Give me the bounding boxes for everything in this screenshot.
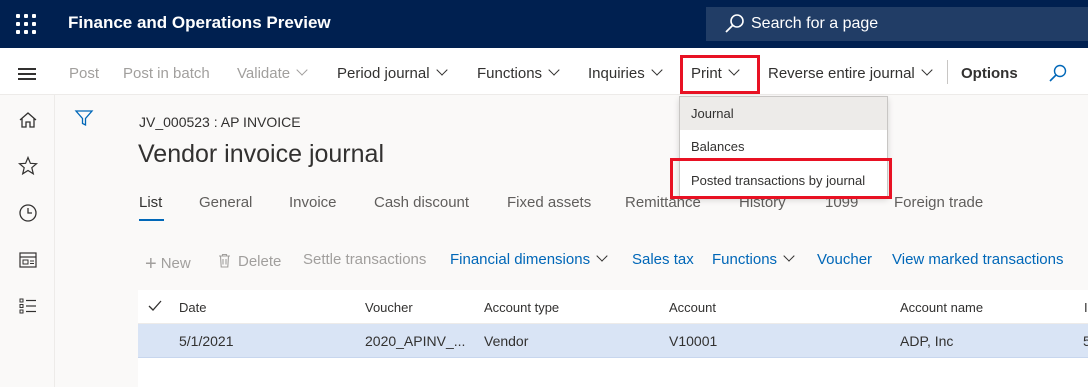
post-button[interactable]: Post [69,65,99,82]
settle-transactions-button[interactable]: Settle transactions [303,251,426,268]
period-journal-label: Period journal [337,65,430,82]
search-icon [725,14,744,33]
functions-menu[interactable]: Functions [477,64,560,82]
chevron-down-icon [548,64,560,76]
column-header-date[interactable]: Date [179,300,206,315]
cell-account-name[interactable]: ADP, Inc [900,333,953,349]
tab-fixed-assets[interactable]: Fixed assets [507,194,591,211]
breadcrumb: JV_000523 : AP INVOICE [139,114,301,130]
validate-label: Validate [237,65,291,82]
column-header-account[interactable]: Account [669,300,716,315]
chevron-down-icon [296,64,308,76]
left-nav [0,95,55,387]
new-button[interactable]: + New [145,251,191,275]
inquiries-menu[interactable]: Inquiries [588,64,663,82]
top-bar: Finance and Operations Preview Search fo… [0,0,1088,48]
options-tab[interactable]: Options [961,65,1018,82]
filter-icon[interactable] [74,108,94,128]
plus-icon: + [145,253,157,275]
functions-label: Functions [477,65,543,82]
chevron-down-icon [435,64,448,76]
column-header-clipped: I [1084,300,1088,315]
cell-voucher[interactable]: 2020_APINV_... [365,333,465,349]
search-icon[interactable] [1048,64,1068,84]
reverse-entire-journal-label: Reverse entire journal [768,65,915,82]
chevron-down-icon [596,250,608,262]
cell-account[interactable]: V10001 [669,333,717,349]
tab-foreign-trade[interactable]: Foreign trade [894,194,983,211]
tab-list[interactable]: List [139,194,162,211]
page-title: Vendor invoice journal [138,140,384,168]
tab-invoice[interactable]: Invoice [289,194,337,211]
delete-button[interactable]: Delete [218,251,281,270]
validate-menu[interactable]: Validate [237,64,308,82]
trash-icon [219,253,230,268]
tab-cash-discount[interactable]: Cash discount [374,194,469,211]
workspace-icon[interactable] [17,249,39,271]
home-icon[interactable] [17,109,39,131]
financial-dimensions-label: Financial dimensions [450,251,591,268]
journal-lines-grid: Date Voucher Account type Account Accoun… [138,290,1088,387]
posted-transactions-highlight-box [670,158,892,199]
post-in-batch-button[interactable]: Post in batch [123,65,210,82]
chevron-down-icon [921,64,933,76]
view-marked-transactions-button[interactable]: View marked transactions [892,251,1063,268]
chevron-down-icon [783,250,795,262]
cell-date[interactable]: 5/1/2021 [179,333,234,349]
cell-account-type[interactable]: Vendor [484,333,528,349]
search-placeholder: Search for a page [751,15,879,32]
financial-dimensions-menu[interactable]: Financial dimensions [450,250,608,268]
inquiries-label: Inquiries [588,65,645,82]
table-row[interactable]: 5/1/2021 2020_APINV_... Vendor V10001 AD… [138,324,1088,358]
cell-clipped: 5 [1083,333,1088,349]
period-journal-menu[interactable]: Period journal [337,64,448,82]
search-box[interactable]: Search for a page [706,7,1088,41]
active-tab-indicator [139,219,164,221]
voucher-button[interactable]: Voucher [817,251,872,268]
star-icon[interactable] [17,155,39,177]
reverse-entire-journal-menu[interactable]: Reverse entire journal [768,64,933,82]
delete-label: Delete [238,253,282,270]
tab-general[interactable]: General [199,194,252,211]
list-icon[interactable] [17,295,39,317]
divider [947,60,948,84]
grid-functions-menu[interactable]: Functions [712,250,795,268]
hamburger-menu-icon[interactable] [18,68,36,80]
new-label: New [160,255,191,272]
column-header-voucher[interactable]: Voucher [365,300,413,315]
waffle-icon[interactable] [14,12,38,36]
menu-item-journal[interactable]: Journal [680,97,887,130]
sales-tax-button[interactable]: Sales tax [632,251,694,268]
grid-header: Date Voucher Account type Account Accoun… [138,290,1088,324]
app-title: Finance and Operations Preview [68,13,331,32]
grid-functions-label: Functions [712,251,778,268]
print-highlight-box [680,55,760,94]
column-header-account-type[interactable]: Account type [484,300,559,315]
clock-icon[interactable] [17,202,39,224]
action-pane: Post Post in batch Validate Period journ… [0,48,1088,95]
checkmark-icon[interactable] [148,300,162,312]
chevron-down-icon [651,64,663,76]
column-header-account-name[interactable]: Account name [900,300,983,315]
